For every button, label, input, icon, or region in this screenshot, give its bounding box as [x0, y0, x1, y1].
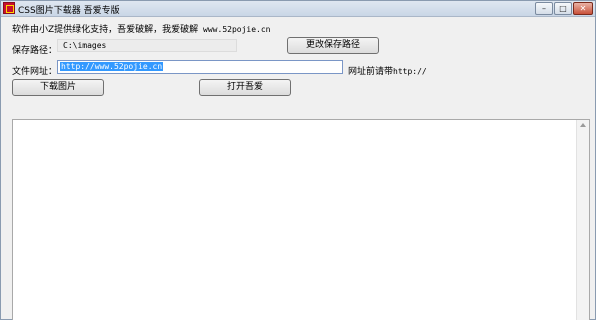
app-window: CSS图片下载器 吾爱专版 – □ ✕ 软件由小Z提供绿化支持，吾爱破解，我爱破… [0, 0, 596, 320]
change-save-path-button[interactable]: 更改保存路径 [287, 37, 379, 54]
info-text: 软件由小Z提供绿化支持，吾爱破解，我爱破解 www.52pojie.cn [12, 22, 270, 35]
output-textarea[interactable] [12, 119, 590, 320]
info-url: www.52pojie.cn [203, 25, 271, 34]
url-hint-prefix: http:// [393, 67, 427, 76]
close-button[interactable]: ✕ [573, 2, 593, 15]
url-hint: 网址前请带http:// [348, 64, 427, 77]
vertical-scrollbar[interactable] [576, 120, 589, 320]
scroll-up-arrow-icon[interactable] [580, 123, 586, 127]
title-bar[interactable]: CSS图片下载器 吾爱专版 – □ ✕ [1, 1, 595, 17]
save-path-field: C:\images [57, 39, 237, 52]
download-images-button[interactable]: 下载图片 [12, 79, 104, 96]
url-hint-text: 网址前请带 [348, 67, 394, 77]
app-logo-icon [3, 2, 15, 14]
file-url-input[interactable]: http://www.52pojie.cn [57, 60, 343, 74]
save-path-label: 保存路径： [12, 46, 58, 56]
window-title: CSS图片下载器 吾爱专版 [18, 6, 120, 16]
maximize-button[interactable]: □ [554, 2, 572, 15]
minimize-button[interactable]: – [535, 2, 553, 15]
open-52pojie-button[interactable]: 打开吾爱 [199, 79, 291, 96]
file-url-value: http://www.52pojie.cn [60, 62, 164, 71]
info-text-zh: 软件由小Z提供绿化支持，吾爱破解，我爱破解 [12, 25, 199, 35]
file-url-label: 文件网址： [12, 67, 58, 77]
